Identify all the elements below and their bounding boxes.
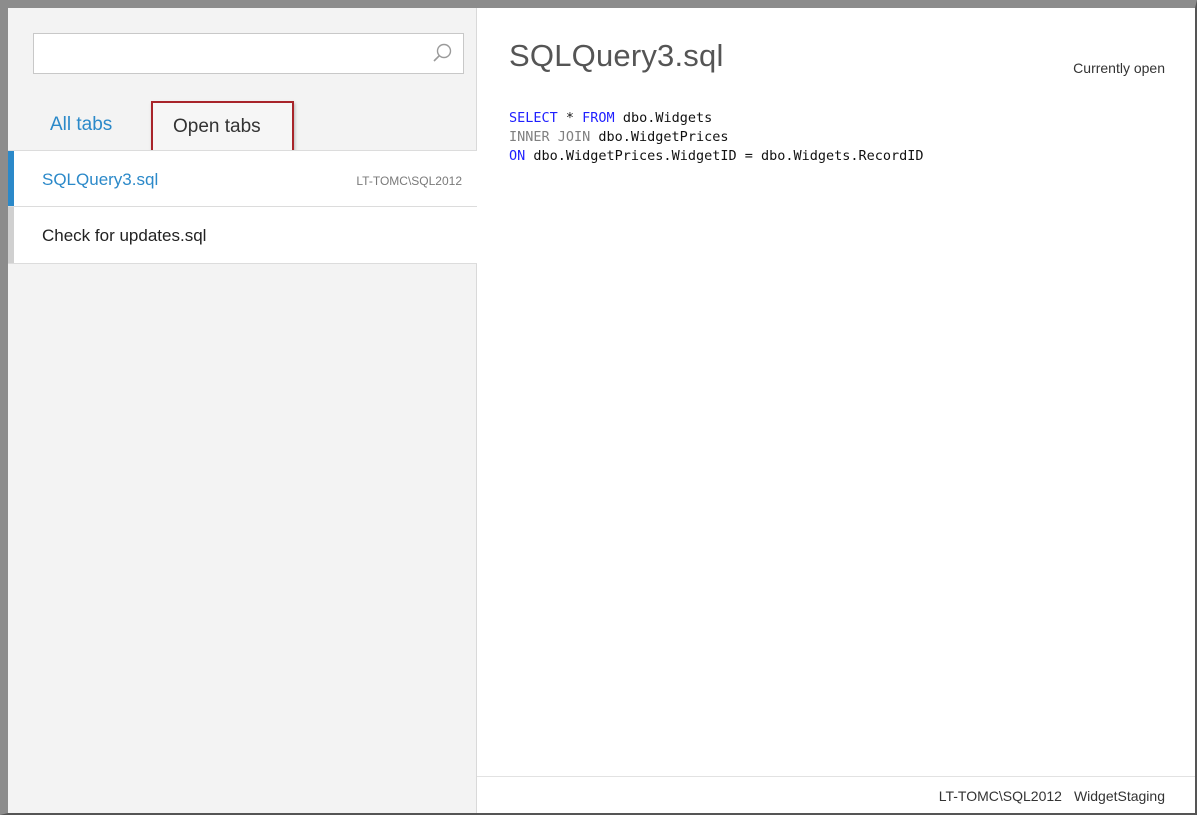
footer-server: LT-TOMC\SQL2012 bbox=[938, 788, 1062, 804]
item-indicator bbox=[8, 207, 14, 263]
code-text: * bbox=[557, 110, 583, 126]
tab-all-tabs[interactable]: All tabs bbox=[50, 114, 112, 136]
status-bar: LT-TOMC\SQL2012 WidgetStaging bbox=[477, 776, 1195, 813]
file-name: Check for updates.sql bbox=[42, 226, 207, 245]
search-input[interactable] bbox=[34, 34, 440, 73]
sidebar: All tabs Open tabs SQLQuery3.sql LT-TOMC… bbox=[8, 8, 477, 813]
tab-bar: All tabs Open tabs bbox=[8, 96, 477, 156]
document-title: SQLQuery3.sql bbox=[509, 38, 724, 73]
file-list: SQLQuery3.sql LT-TOMC\SQL2012 Check for … bbox=[8, 150, 477, 264]
tab-open-tabs-highlight: Open tabs bbox=[151, 101, 294, 156]
code-keyword: ON bbox=[509, 148, 526, 164]
active-indicator bbox=[8, 151, 14, 206]
code-keyword: INNER JOIN bbox=[509, 129, 591, 145]
code-keyword: SELECT bbox=[509, 110, 558, 126]
list-item[interactable]: SQLQuery3.sql LT-TOMC\SQL2012 bbox=[8, 150, 477, 207]
list-item[interactable]: Check for updates.sql bbox=[8, 207, 477, 264]
tab-open-tabs[interactable]: Open tabs bbox=[173, 116, 261, 138]
footer-database: WidgetStaging bbox=[1073, 788, 1165, 804]
file-server: LT-TOMC\SQL2012 bbox=[356, 174, 462, 188]
search-icon[interactable] bbox=[431, 42, 453, 64]
code-keyword: FROM bbox=[582, 110, 615, 126]
preview-pane: SQLQuery3.sql Currently open SELECT * FR… bbox=[477, 8, 1195, 813]
code-text: dbo.Widgets bbox=[614, 110, 713, 126]
code-preview: SELECT * FROM dbo.Widgets INNER JOIN dbo… bbox=[509, 109, 924, 166]
file-name: SQLQuery3.sql bbox=[42, 170, 159, 189]
app-window: All tabs Open tabs SQLQuery3.sql LT-TOMC… bbox=[0, 0, 1197, 815]
code-text: dbo.WidgetPrices bbox=[590, 129, 729, 145]
status-label: Currently open bbox=[1073, 60, 1165, 76]
code-text: dbo.WidgetPrices.WidgetID = dbo.Widgets.… bbox=[525, 148, 924, 164]
search-box[interactable] bbox=[33, 33, 464, 74]
